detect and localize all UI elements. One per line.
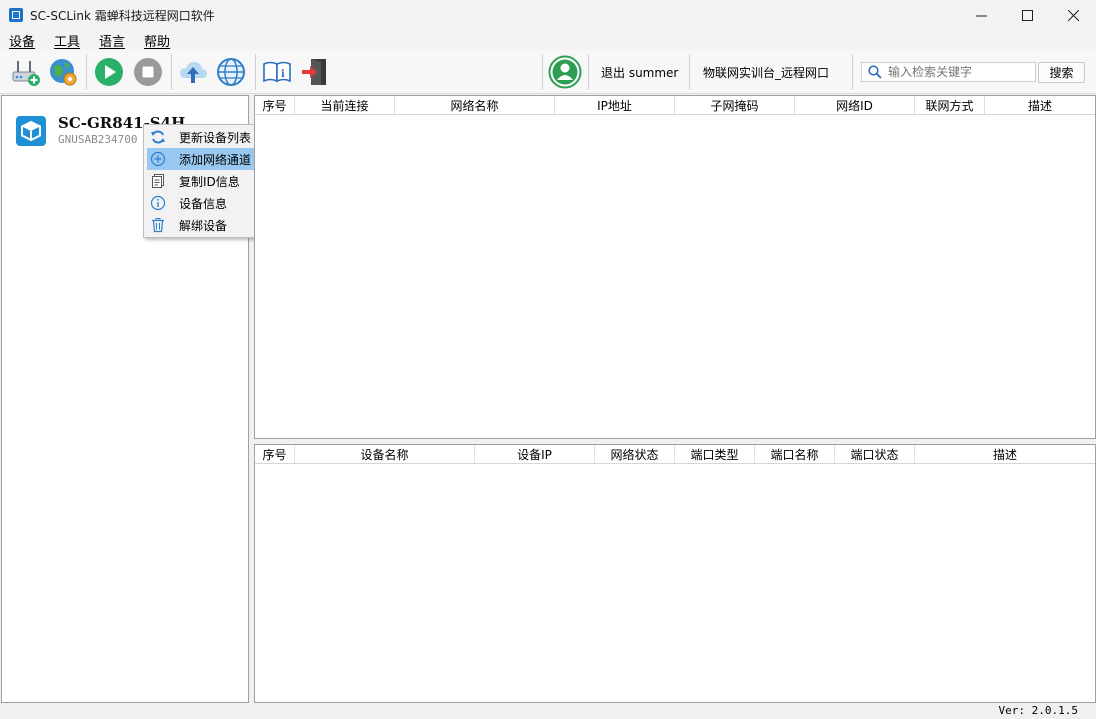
column-header[interactable]: 子网掩码 [675,96,795,114]
add-circle-icon [150,151,166,167]
device-id: GNUSAB234700 [58,133,138,146]
minimize-icon [975,15,987,16]
trash-icon [150,217,166,233]
network-table: 序号 当前连接 网络名称 IP地址 子网掩码 网络ID 联网方式 描述 [254,95,1096,439]
play-icon [95,58,123,86]
menu-item-label: 添加网络通道 [179,152,252,167]
version-label: Ver: 2.0.1.5 [998,704,1078,717]
window-controls [958,0,1096,30]
menu-tools[interactable]: 工具 [45,31,88,50]
column-header[interactable]: 设备IP [475,445,595,463]
router-add-icon [12,61,40,86]
column-header[interactable]: 描述 [985,96,1095,114]
column-header[interactable]: 当前连接 [295,96,395,114]
close-button[interactable] [1050,0,1096,30]
column-header[interactable]: 联网方式 [915,96,985,114]
title-bar: SC-SCLink 霜蝉科技远程网口软件 [0,0,1096,30]
toolbar-separator [852,54,853,90]
globe-gear-icon [50,59,77,86]
svg-text:i: i [281,69,285,80]
toolbar-separator [171,54,172,90]
info-icon [150,195,166,211]
upload-button[interactable] [176,55,210,89]
table-header: 序号 当前连接 网络名称 IP地址 子网掩码 网络ID 联网方式 描述 [255,96,1095,115]
app-icon [9,8,23,22]
minimize-button[interactable] [958,0,1004,30]
column-header[interactable]: 端口类型 [675,445,755,463]
search-box [861,62,1036,82]
copy-icon [150,173,166,189]
stop-icon [134,58,162,86]
column-header[interactable]: 描述 [915,445,1095,463]
stop-button[interactable] [131,55,165,89]
start-button[interactable] [92,55,126,89]
menu-help[interactable]: 帮助 [135,31,178,50]
search-button[interactable]: 搜索 [1038,62,1085,83]
column-header[interactable]: 端口状态 [835,445,915,463]
menu-bar: 设备 工具 语言 帮助 [0,30,1096,50]
search-input[interactable] [888,65,1028,79]
toolbar-separator [689,54,690,90]
cube-icon [21,120,41,142]
toolbar-separator [86,54,87,90]
menu-item-label: 更新设备列表 [179,130,252,145]
toolbar-separator [542,54,543,90]
column-header[interactable]: 设备名称 [295,445,475,463]
exit-button[interactable] [298,55,332,89]
menu-item-label: 设备信息 [179,196,228,211]
port-table: 序号 设备名称 设备IP 网络状态 端口类型 端口名称 端口状态 描述 [254,444,1096,703]
globe-icon [217,58,245,86]
network-settings-button[interactable] [46,55,80,89]
cloud-upload-icon [180,62,207,83]
add-device-button[interactable] [9,55,43,89]
menu-item-label: 解绑设备 [179,218,228,233]
column-header[interactable]: 序号 [255,445,295,463]
maximize-button[interactable] [1004,0,1050,30]
refresh-icon [150,129,166,145]
maximize-icon [1021,9,1033,21]
menu-language[interactable]: 语言 [90,31,133,50]
toolbar: i 退出 summer 物联网实训台_远程网口 搜索 [0,50,1096,94]
book-icon: i [263,61,291,83]
status-bar: Ver: 2.0.1.5 [0,703,1096,719]
column-header[interactable]: 序号 [255,96,295,114]
logout-link[interactable]: 退出 summer [601,64,678,81]
manual-button[interactable]: i [260,55,294,89]
close-icon [1067,9,1079,21]
device-icon[interactable] [16,116,46,146]
project-name: 物联网实训台_远程网口 [703,66,830,80]
column-header[interactable]: 端口名称 [755,445,835,463]
exit-door-icon [302,59,326,85]
search-icon [868,65,882,79]
user-avatar-icon [548,55,582,89]
window-title: SC-SCLink 霜蝉科技远程网口软件 [30,8,215,23]
toolbar-separator [588,54,589,90]
column-header[interactable]: 网络名称 [395,96,555,114]
user-avatar-button[interactable] [548,55,582,89]
menu-item-label: 复制ID信息 [179,174,240,189]
column-header[interactable]: 网络状态 [595,445,675,463]
toolbar-separator [255,54,256,90]
column-header[interactable]: IP地址 [555,96,675,114]
column-header[interactable]: 网络ID [795,96,915,114]
table-header: 序号 设备名称 设备IP 网络状态 端口类型 端口名称 端口状态 描述 [255,445,1095,464]
menu-device[interactable]: 设备 [0,31,43,50]
web-button[interactable] [214,55,248,89]
